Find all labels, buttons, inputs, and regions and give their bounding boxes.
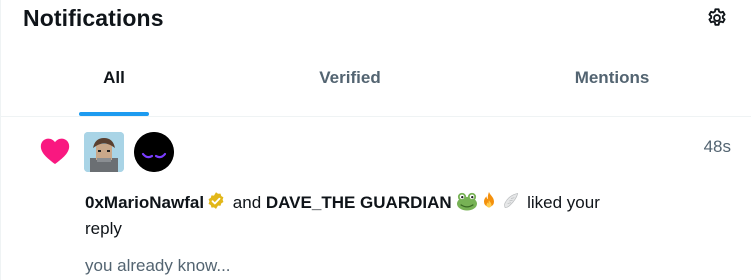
- avatar-image: [84, 132, 124, 172]
- verified-badge-icon: [208, 192, 224, 209]
- settings-button[interactable]: [703, 4, 731, 32]
- reply-preview[interactable]: you already know...: [85, 256, 231, 276]
- frog-emoji-icon: [457, 192, 478, 211]
- notifications-header: Notifications: [1, 0, 751, 40]
- notification-tabs: All Verified Mentions: [1, 40, 751, 117]
- action-text-2: reply: [85, 219, 122, 238]
- gear-icon: [708, 8, 726, 26]
- notification-text: 0xMarioNawfal and DAVE_THE GUARDIAN like…: [85, 190, 725, 242]
- notification-item[interactable]: 48s 0xMarioNawfal and DAVE_THE GUARDIAN: [1, 117, 751, 280]
- active-tab-indicator: [79, 112, 149, 116]
- tab-verified-label: Verified: [319, 68, 381, 87]
- conjunction-text: and: [232, 193, 262, 212]
- notifications-page: Notifications All Verified Mentions 48s …: [0, 0, 751, 280]
- action-text-1: liked your: [527, 193, 600, 212]
- fire-emoji-icon: [484, 191, 495, 208]
- avatar-0xmarionawfal[interactable]: [84, 132, 124, 172]
- heart-icon: [40, 138, 70, 165]
- actor-name-2[interactable]: DAVE_THE GUARDIAN: [266, 193, 452, 212]
- actor-name-1[interactable]: 0xMarioNawfal: [85, 193, 204, 212]
- tab-verified[interactable]: Verified: [227, 40, 473, 116]
- notification-time: 48s: [703, 137, 731, 156]
- tab-all-label: All: [103, 68, 125, 87]
- wing-emoji-icon: [504, 193, 519, 209]
- tab-mentions-label: Mentions: [574, 68, 650, 87]
- page-title: Notifications: [23, 4, 164, 31]
- tab-all[interactable]: All: [1, 40, 227, 116]
- avatar-image: [134, 132, 174, 172]
- tab-mentions[interactable]: Mentions: [473, 40, 751, 116]
- avatar-dave-the-guardian[interactable]: [134, 132, 174, 172]
